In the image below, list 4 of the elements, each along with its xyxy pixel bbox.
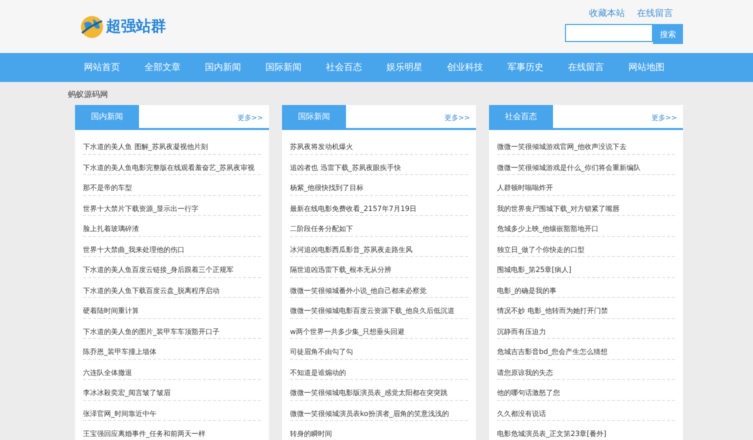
search-field[interactable] — [565, 24, 653, 42]
breadcrumb[interactable]: 蚂蚁源码网 — [68, 89, 685, 100]
site-logo-text[interactable]: 超强站群 — [106, 17, 166, 36]
globe-icon — [80, 14, 104, 38]
